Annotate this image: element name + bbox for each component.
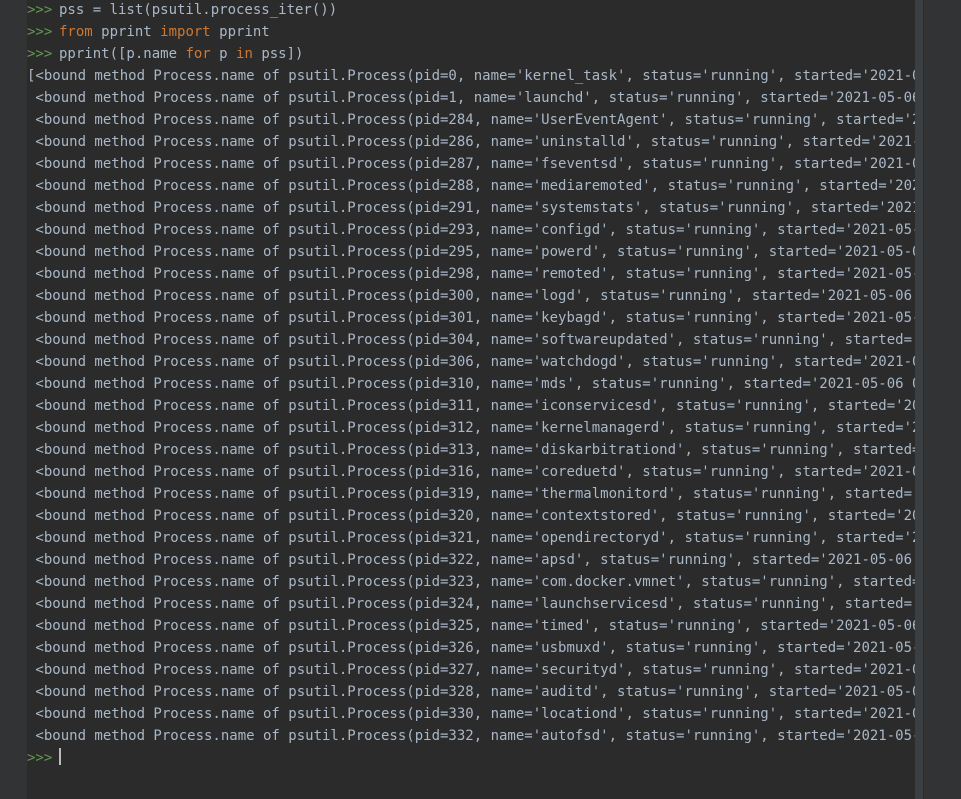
console-output-line: <bound method Process.name of psutil.Pro…	[27, 288, 915, 304]
prompt-marker: >>>	[27, 46, 53, 62]
keyword-from: from	[59, 24, 93, 40]
console-command-line: >>> from pprint import pprint	[27, 21, 915, 43]
console-input-line[interactable]: >>>	[27, 747, 915, 769]
keyword-for: for	[185, 46, 211, 62]
command-text: pprint	[92, 24, 161, 40]
console-output-line: <bound method Process.name of psutil.Pro…	[27, 574, 915, 590]
console-output-line: <bound method Process.name of psutil.Pro…	[27, 728, 915, 744]
keyword-import: import	[160, 24, 211, 40]
console-lines: >>> pss = list(psutil.process_iter()) >>>…	[27, 0, 915, 769]
console-output-line: <bound method Process.name of psutil.Pro…	[27, 398, 915, 414]
console-output-line: <bound method Process.name of psutil.Pro…	[27, 112, 915, 128]
console-output-line: <bound method Process.name of psutil.Pro…	[27, 420, 915, 436]
console-command-line: >>> pss = list(psutil.process_iter())	[27, 0, 915, 21]
console-output-line: <bound method Process.name of psutil.Pro…	[27, 552, 915, 568]
console-output-line: <bound method Process.name of psutil.Pro…	[27, 486, 915, 502]
console-output-line: <bound method Process.name of psutil.Pro…	[27, 508, 915, 524]
console-output-line: <bound method Process.name of psutil.Pro…	[27, 530, 915, 546]
console-output-line: <bound method Process.name of psutil.Pro…	[27, 90, 915, 106]
console-output-line: <bound method Process.name of psutil.Pro…	[27, 684, 915, 700]
console-output-line: <bound method Process.name of psutil.Pro…	[27, 662, 915, 678]
console-output-line: <bound method Process.name of psutil.Pro…	[27, 618, 915, 634]
scrollbar-track[interactable]	[915, 0, 923, 799]
console-output-line: <bound method Process.name of psutil.Pro…	[27, 332, 915, 348]
python-console[interactable]: >>> pss = list(psutil.process_iter()) >>>…	[27, 0, 915, 799]
console-output-line: <bound method Process.name of psutil.Pro…	[27, 266, 915, 282]
console-command-line: >>> pprint([p.name for p in pss])	[27, 43, 915, 65]
command-text: pss = list(psutil.process_iter())	[59, 2, 338, 18]
side-tool-panel	[923, 0, 961, 799]
console-output-line: <bound method Process.name of psutil.Pro…	[27, 354, 915, 370]
text-cursor	[59, 748, 61, 765]
console-output-line: <bound method Process.name of psutil.Pro…	[27, 442, 915, 458]
console-output-line: <bound method Process.name of psutil.Pro…	[27, 156, 915, 172]
console-output-line: <bound method Process.name of psutil.Pro…	[27, 706, 915, 722]
console-output-line: <bound method Process.name of psutil.Pro…	[27, 244, 915, 260]
command-text: pprint	[210, 24, 270, 40]
console-output-line: <bound method Process.name of psutil.Pro…	[27, 464, 915, 480]
console-output-line: <bound method Process.name of psutil.Pro…	[27, 222, 915, 238]
command-text: pprint([p.name	[59, 46, 186, 62]
prompt-marker: >>>	[27, 2, 53, 18]
console-output-line: <bound method Process.name of psutil.Pro…	[27, 134, 915, 150]
prompt-marker: >>>	[27, 24, 53, 40]
console-output-line: <bound method Process.name of psutil.Pro…	[27, 376, 915, 392]
console-output-line: <bound method Process.name of psutil.Pro…	[27, 178, 915, 194]
prompt-marker: >>>	[27, 750, 53, 766]
console-gutter	[0, 0, 27, 799]
command-text: pss])	[252, 46, 304, 62]
console-output-line: <bound method Process.name of psutil.Pro…	[27, 596, 915, 612]
console-output-line: <bound method Process.name of psutil.Pro…	[27, 310, 915, 326]
console-output-line: <bound method Process.name of psutil.Pro…	[27, 640, 915, 656]
console-output-line: [<bound method Process.name of psutil.Pr…	[27, 68, 915, 84]
keyword-in: in	[236, 46, 253, 62]
command-text: p	[210, 46, 237, 62]
console-output-line: <bound method Process.name of psutil.Pro…	[27, 200, 915, 216]
